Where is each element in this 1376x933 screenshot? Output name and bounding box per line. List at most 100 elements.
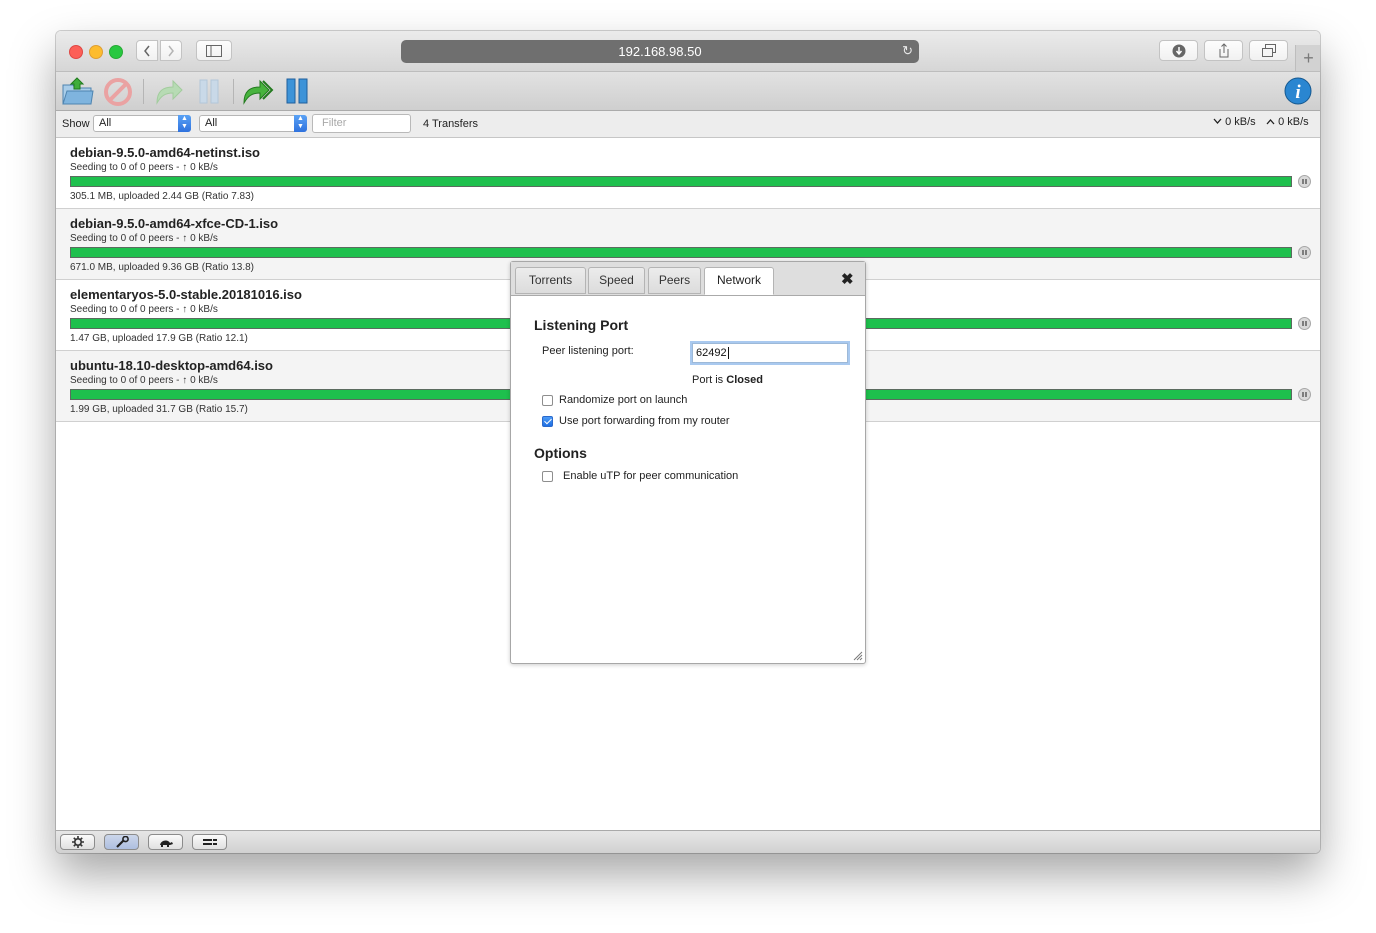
torrent-info: 671.0 MB, uploaded 9.36 GB (Ratio 13.8): [70, 262, 255, 273]
utp-checkbox[interactable]: [542, 471, 553, 482]
listening-port-title: Listening Port: [534, 317, 629, 333]
close-window-button[interactable]: [69, 45, 83, 59]
filter-input[interactable]: Filter: [312, 114, 411, 133]
port-status-value: Closed: [726, 374, 763, 386]
remove-torrent-button[interactable]: [101, 75, 135, 107]
pause-selected-button[interactable]: [192, 75, 226, 107]
state-filter-select[interactable]: All ▲ ▼: [93, 115, 191, 132]
zoom-window-button[interactable]: [109, 45, 123, 59]
pause-torrent-icon[interactable]: [1298, 388, 1311, 401]
browser-window: 192.168.98.50 ↻ + i Show All ▲ ▼ All ▲ ▼…: [56, 31, 1320, 853]
resume-all-icon: [243, 79, 274, 105]
tab-peers[interactable]: Peers: [648, 267, 701, 294]
peer-port-input[interactable]: 62492: [692, 343, 848, 363]
options-title: Options: [534, 445, 587, 461]
port-forwarding-checkbox[interactable]: [542, 416, 553, 427]
upload-speed: 0 kB/s: [1266, 116, 1309, 128]
pause-torrent-icon[interactable]: [1298, 175, 1311, 188]
preferences-tabbar: Torrents Speed Peers Network ✖: [511, 262, 865, 296]
torrent-name: debian-9.5.0-amd64-netinst.iso: [70, 145, 260, 160]
torrent-info: 1.47 GB, uploaded 17.9 GB (Ratio 12.1): [70, 333, 248, 344]
randomize-port-checkbox[interactable]: [542, 395, 553, 406]
open-folder-icon: [62, 77, 94, 105]
select-arrows-icon: ▲ ▼: [294, 115, 307, 132]
torrent-info: 1.99 GB, uploaded 31.7 GB (Ratio 15.7): [70, 404, 248, 415]
state-filter-value: All: [99, 117, 112, 129]
chevron-up-icon: [1266, 119, 1275, 125]
torrent-info: 305.1 MB, uploaded 2.44 GB (Ratio 7.83): [70, 191, 255, 202]
tabs-overview-button[interactable]: [1249, 40, 1288, 61]
torrent-progress-bar: [70, 176, 1292, 187]
show-label: Show: [62, 118, 90, 130]
tracker-filter-value: All: [205, 117, 218, 129]
tab-network[interactable]: Network: [704, 267, 774, 295]
sidebar-icon: [206, 44, 222, 57]
toolbar-divider: [143, 79, 144, 104]
url-text: 192.168.98.50: [618, 44, 702, 59]
sidebar-toggle-button[interactable]: [196, 40, 232, 61]
remove-icon: [104, 78, 132, 106]
resize-grip-icon[interactable]: [853, 651, 863, 661]
torrent-status: Seeding to 0 of 0 peers - ↑ 0 kB/s: [70, 233, 218, 244]
resume-all-button[interactable]: [241, 75, 275, 107]
turtle-mode-button[interactable]: [148, 834, 183, 850]
preferences-button[interactable]: [104, 834, 139, 850]
share-button[interactable]: [1204, 40, 1243, 61]
browser-titlebar: 192.168.98.50 ↻ +: [56, 31, 1320, 72]
select-arrows-icon: ▲ ▼: [178, 115, 191, 132]
new-tab-button[interactable]: +: [1295, 45, 1320, 71]
resume-arrow-icon: [156, 79, 183, 105]
close-dialog-icon[interactable]: ✖: [841, 270, 854, 288]
upload-speed-value: 0 kB/s: [1278, 116, 1309, 128]
downloads-button[interactable]: [1159, 40, 1198, 61]
chevron-left-icon: [144, 45, 150, 56]
torrent-status: Seeding to 0 of 0 peers - ↑ 0 kB/s: [70, 375, 218, 386]
back-button[interactable]: [136, 40, 158, 61]
share-icon: [1219, 43, 1228, 58]
tabs-icon: [1261, 44, 1276, 57]
info-icon: i: [1284, 77, 1312, 105]
torrent-row[interactable]: debian-9.5.0-amd64-netinst.iso Seeding t…: [56, 138, 1320, 209]
preferences-dialog: Torrents Speed Peers Network ✖ Listening…: [510, 261, 866, 664]
settings-button[interactable]: [60, 834, 95, 850]
port-status: Port is Closed: [692, 374, 763, 386]
progress-fill: [71, 177, 1291, 186]
turtle-icon: [159, 840, 173, 847]
forward-button[interactable]: [160, 40, 182, 61]
torrent-status: Seeding to 0 of 0 peers - ↑ 0 kB/s: [70, 162, 218, 173]
open-torrent-button[interactable]: [60, 75, 94, 107]
download-speed: 0 kB/s: [1213, 116, 1256, 128]
gear-icon: [71, 836, 84, 848]
port-forwarding-label: Use port forwarding from my router: [559, 415, 730, 427]
peer-port-value: 62492: [696, 347, 727, 359]
pause-torrent-icon[interactable]: [1298, 317, 1311, 330]
list-view-icon: [202, 839, 217, 845]
about-button[interactable]: i: [1282, 75, 1316, 107]
tracker-filter-select[interactable]: All ▲ ▼: [199, 115, 307, 132]
svg-text:i: i: [1295, 82, 1301, 103]
pause-all-button[interactable]: [281, 75, 315, 107]
filter-bar: Show All ▲ ▼ All ▲ ▼ Filter 4 Transfers 0 …: [56, 111, 1320, 138]
compact-view-button[interactable]: [192, 834, 227, 850]
torrent-name: ubuntu-18.10-desktop-amd64.iso: [70, 358, 273, 373]
filter-placeholder: Filter: [322, 117, 347, 129]
torrent-name: debian-9.5.0-amd64-xfce-CD-1.iso: [70, 216, 279, 231]
torrent-status: Seeding to 0 of 0 peers - ↑ 0 kB/s: [70, 304, 218, 315]
pause-torrent-icon[interactable]: [1298, 246, 1311, 259]
randomize-port-label: Randomize port on launch: [559, 394, 688, 406]
minimize-window-button[interactable]: [89, 45, 103, 59]
toolbar-divider: [233, 79, 234, 104]
utp-label: Enable uTP for peer communication: [563, 470, 739, 482]
wrench-icon: [115, 836, 129, 848]
resume-selected-button[interactable]: [151, 75, 185, 107]
address-bar[interactable]: 192.168.98.50 ↻: [401, 40, 919, 63]
download-icon: [1172, 44, 1185, 57]
torrent-name: elementaryos-5.0-stable.20181016.iso: [70, 287, 302, 302]
main-toolbar: i: [56, 72, 1320, 111]
chevron-right-icon: [168, 45, 174, 56]
reload-icon[interactable]: ↻: [902, 43, 913, 59]
tab-speed[interactable]: Speed: [588, 267, 645, 294]
tab-torrents[interactable]: Torrents: [515, 267, 586, 294]
download-speed-value: 0 kB/s: [1225, 116, 1256, 128]
bottom-bar: [56, 830, 1320, 853]
